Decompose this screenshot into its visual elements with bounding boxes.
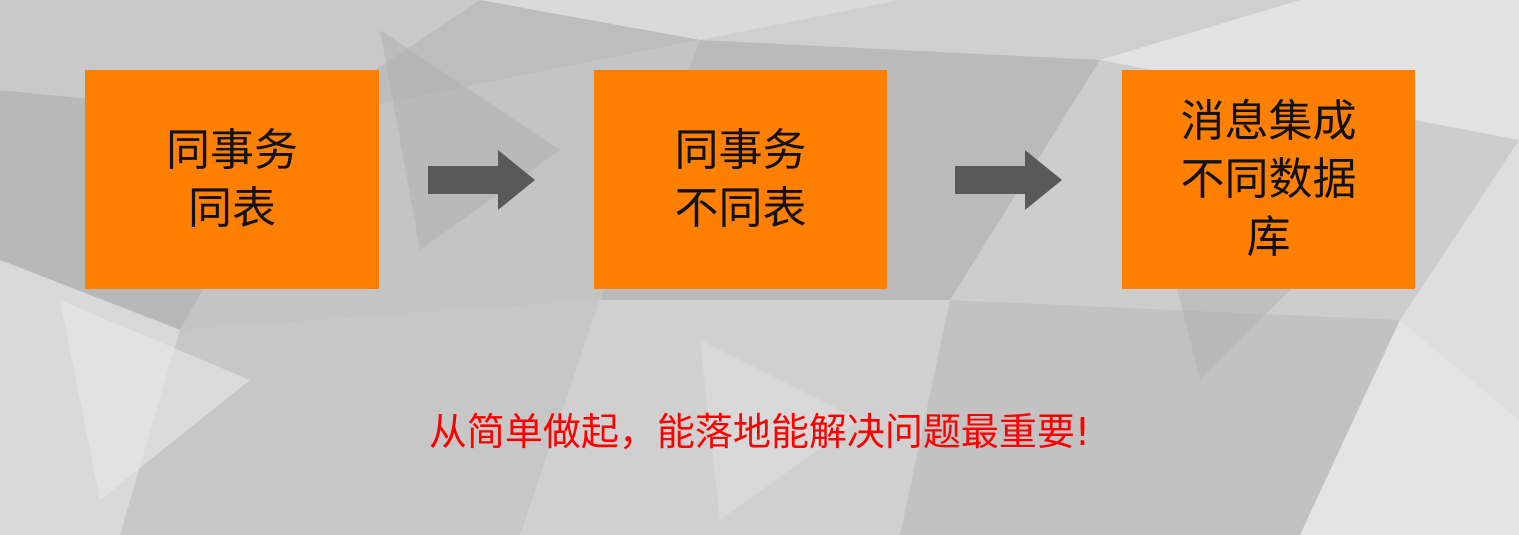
step-box-line: 库 [1246, 211, 1291, 263]
step-box-same-transaction-different-table: 同事务 不同表 [594, 70, 887, 289]
step-box-line: 同事务 [166, 124, 298, 176]
step-box-line: 消息集成 [1180, 95, 1357, 147]
step-box-line: 同表 [188, 182, 276, 234]
right-arrow-icon [955, 150, 1062, 210]
step-box-line: 不同表 [674, 182, 807, 234]
right-arrow-icon [428, 150, 535, 210]
step-box-message-integration: 消息集成 不同数据 库 [1122, 70, 1415, 289]
tagline-text: 从简单做起，能落地能解决问题最重要! [428, 410, 1091, 454]
step-box-line: 不同数据 [1180, 153, 1357, 205]
step-box-same-transaction-same-table: 同事务 同表 [85, 70, 379, 289]
step-box-line: 同事务 [674, 124, 807, 176]
